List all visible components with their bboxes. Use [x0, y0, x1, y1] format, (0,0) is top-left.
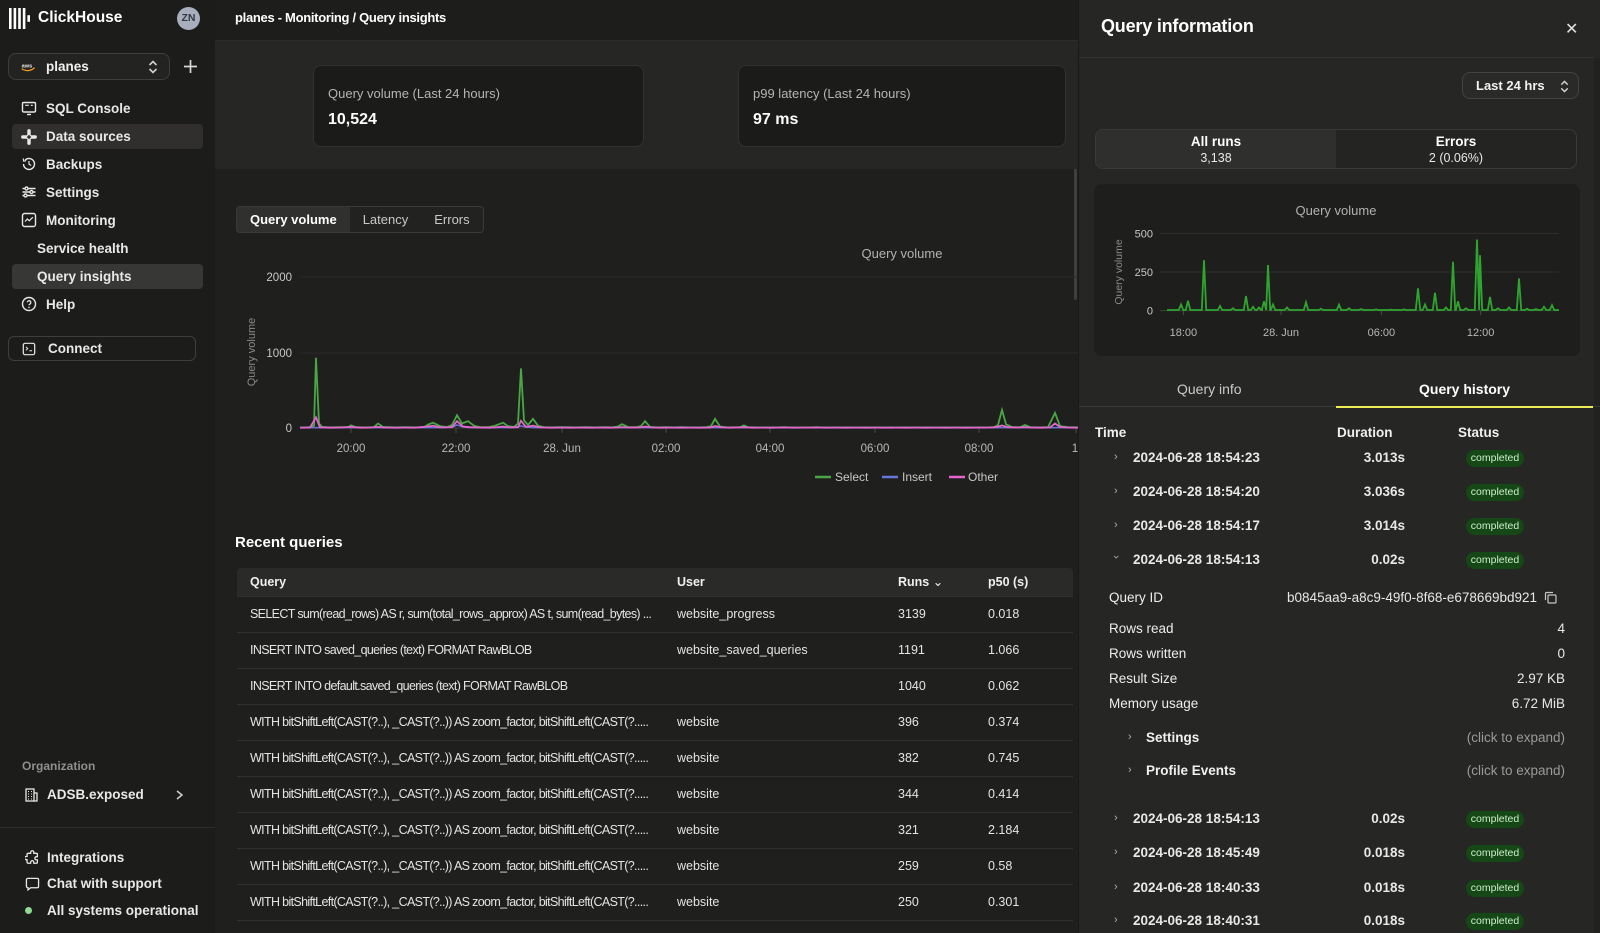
svg-text:Select: Select [835, 470, 869, 484]
svg-text:Query volume: Query volume [862, 246, 943, 261]
svg-text:02:00: 02:00 [652, 443, 681, 455]
svg-text:0: 0 [1147, 306, 1153, 318]
svg-text:04:00: 04:00 [756, 443, 785, 455]
svg-text:06:00: 06:00 [861, 443, 890, 455]
svg-text:aws: aws [22, 64, 33, 70]
svg-text:12:00: 12:00 [1467, 327, 1495, 339]
svg-text:28. Jun: 28. Jun [543, 443, 581, 455]
svg-text:1000: 1000 [266, 348, 292, 360]
svg-text:Other: Other [968, 470, 998, 484]
svg-text:2000: 2000 [266, 272, 292, 284]
svg-text:Query volume: Query volume [1296, 203, 1377, 218]
svg-text:22:00: 22:00 [442, 443, 471, 455]
svg-text:18:00: 18:00 [1170, 327, 1198, 339]
svg-text:08:00: 08:00 [965, 443, 994, 455]
svg-text:Query volume: Query volume [1113, 239, 1125, 305]
svg-text:Insert: Insert [902, 470, 933, 484]
svg-text:06:00: 06:00 [1368, 327, 1396, 339]
svg-text:20:00: 20:00 [337, 443, 366, 455]
svg-text:Query volume: Query volume [246, 318, 258, 386]
svg-text:0: 0 [286, 423, 292, 435]
svg-text:250: 250 [1135, 267, 1153, 279]
svg-text:28. Jun: 28. Jun [1263, 327, 1299, 339]
svg-text:500: 500 [1135, 229, 1153, 241]
